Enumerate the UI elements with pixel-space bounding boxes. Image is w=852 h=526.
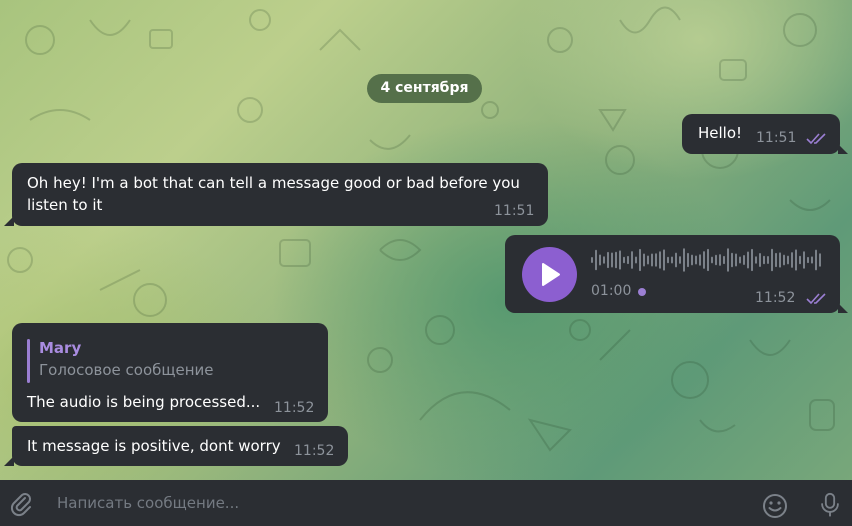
message-time: 11:52 (294, 443, 335, 459)
waveform-bar (647, 255, 649, 265)
message-input[interactable] (45, 488, 759, 518)
waveform-bar (795, 249, 797, 271)
waveform-bar (651, 253, 653, 267)
waveform-bar (631, 251, 633, 269)
waveform-bar (667, 256, 669, 264)
waveform-bar (611, 252, 613, 268)
bubble-tail (4, 216, 14, 226)
waveform-bar (707, 248, 709, 272)
paperclip-icon[interactable] (8, 491, 34, 517)
voice-duration: 01:00 (591, 283, 632, 299)
double-check-icon (806, 133, 826, 145)
waveform-bar (691, 254, 693, 266)
date-separator: 4 сентября (367, 74, 482, 103)
waveform-bar (659, 251, 661, 269)
waveform-bar (811, 256, 813, 264)
waveform-bar (679, 256, 681, 264)
waveform-bar (627, 255, 629, 265)
waveform-bar (787, 255, 789, 265)
message-time: 11:52 (755, 290, 796, 306)
message-time: 11:52 (274, 400, 315, 416)
waveform-bar (639, 248, 641, 272)
waveform-bar (783, 254, 785, 266)
waveform-bar (599, 254, 601, 266)
incoming-message-bubble[interactable]: Oh hey! I'm a bot that can tell a messag… (4, 163, 548, 226)
waveform-bar (603, 256, 605, 264)
waveform-bar (619, 250, 621, 270)
waveform-bar (763, 255, 765, 265)
message-text: It message is positive, dont worry (27, 437, 281, 455)
waveform-bar (751, 248, 753, 272)
waveform-bar (775, 252, 777, 268)
reply-author-name[interactable]: Mary (39, 339, 81, 357)
bubble-tail (838, 303, 848, 313)
audio-waveform[interactable] (591, 247, 823, 273)
waveform-bar (799, 255, 801, 265)
waveform-bar (727, 248, 729, 272)
waveform-bar (735, 253, 737, 267)
waveform-bar (687, 252, 689, 268)
message-text: The audio is being processed... (27, 393, 261, 411)
waveform-bar (779, 252, 781, 268)
waveform-bar (675, 252, 677, 268)
waveform-bar (615, 251, 617, 269)
message-text-line-2: listen to it (27, 196, 103, 214)
reply-preview-text: Голосовое сообщение (39, 361, 214, 379)
waveform-bar (635, 256, 637, 264)
waveform-bar (731, 252, 733, 268)
waveform-bar (711, 256, 713, 264)
reply-quote-bar (27, 339, 30, 383)
incoming-message-bubble[interactable]: It message is positive, dont worry 11:52 (4, 426, 348, 466)
bubble-tail (838, 144, 848, 154)
waveform-bar (623, 256, 625, 264)
waveform-bar (663, 249, 665, 271)
waveform-bar (719, 254, 721, 266)
waveform-bar (671, 256, 673, 264)
play-button[interactable] (522, 247, 577, 302)
message-text: Hello! (698, 124, 743, 142)
waveform-bar (723, 255, 725, 265)
waveform-bar (755, 256, 757, 264)
emoji-icon[interactable] (762, 493, 788, 519)
waveform-bar (791, 252, 793, 268)
unplayed-indicator (638, 288, 646, 296)
outgoing-message-bubble[interactable]: Hello! 11:51 (682, 114, 848, 154)
waveform-bar (607, 251, 609, 269)
waveform-bar (591, 257, 593, 263)
microphone-icon[interactable] (817, 492, 843, 518)
waveform-bar (655, 253, 657, 267)
message-time: 11:51 (756, 130, 797, 146)
waveform-bar (747, 251, 749, 269)
message-composer (0, 480, 852, 526)
waveform-bar (807, 256, 809, 264)
waveform-bar (771, 248, 773, 272)
waveform-bar (715, 254, 717, 266)
message-time: 11:51 (494, 203, 535, 219)
waveform-bar (743, 254, 745, 266)
waveform-bar (819, 253, 821, 267)
voice-message-bubble[interactable]: 01:00 11:52 (505, 235, 848, 313)
waveform-bar (683, 248, 685, 272)
double-check-icon (806, 293, 826, 305)
waveform-bar (815, 249, 817, 271)
bubble-tail (4, 456, 14, 466)
waveform-bar (803, 251, 805, 269)
waveform-bar (699, 254, 701, 266)
waveform-bar (703, 251, 705, 269)
waveform-bar (759, 252, 761, 268)
waveform-bar (767, 255, 769, 265)
incoming-reply-message-bubble[interactable]: Mary Голосовое сообщение The audio is be… (12, 323, 328, 422)
play-icon (542, 263, 560, 286)
waveform-bar (643, 253, 645, 267)
waveform-bar (595, 249, 597, 271)
message-text-line-1: Oh hey! I'm a bot that can tell a messag… (27, 174, 520, 192)
waveform-bar (695, 255, 697, 265)
waveform-bar (739, 256, 741, 264)
